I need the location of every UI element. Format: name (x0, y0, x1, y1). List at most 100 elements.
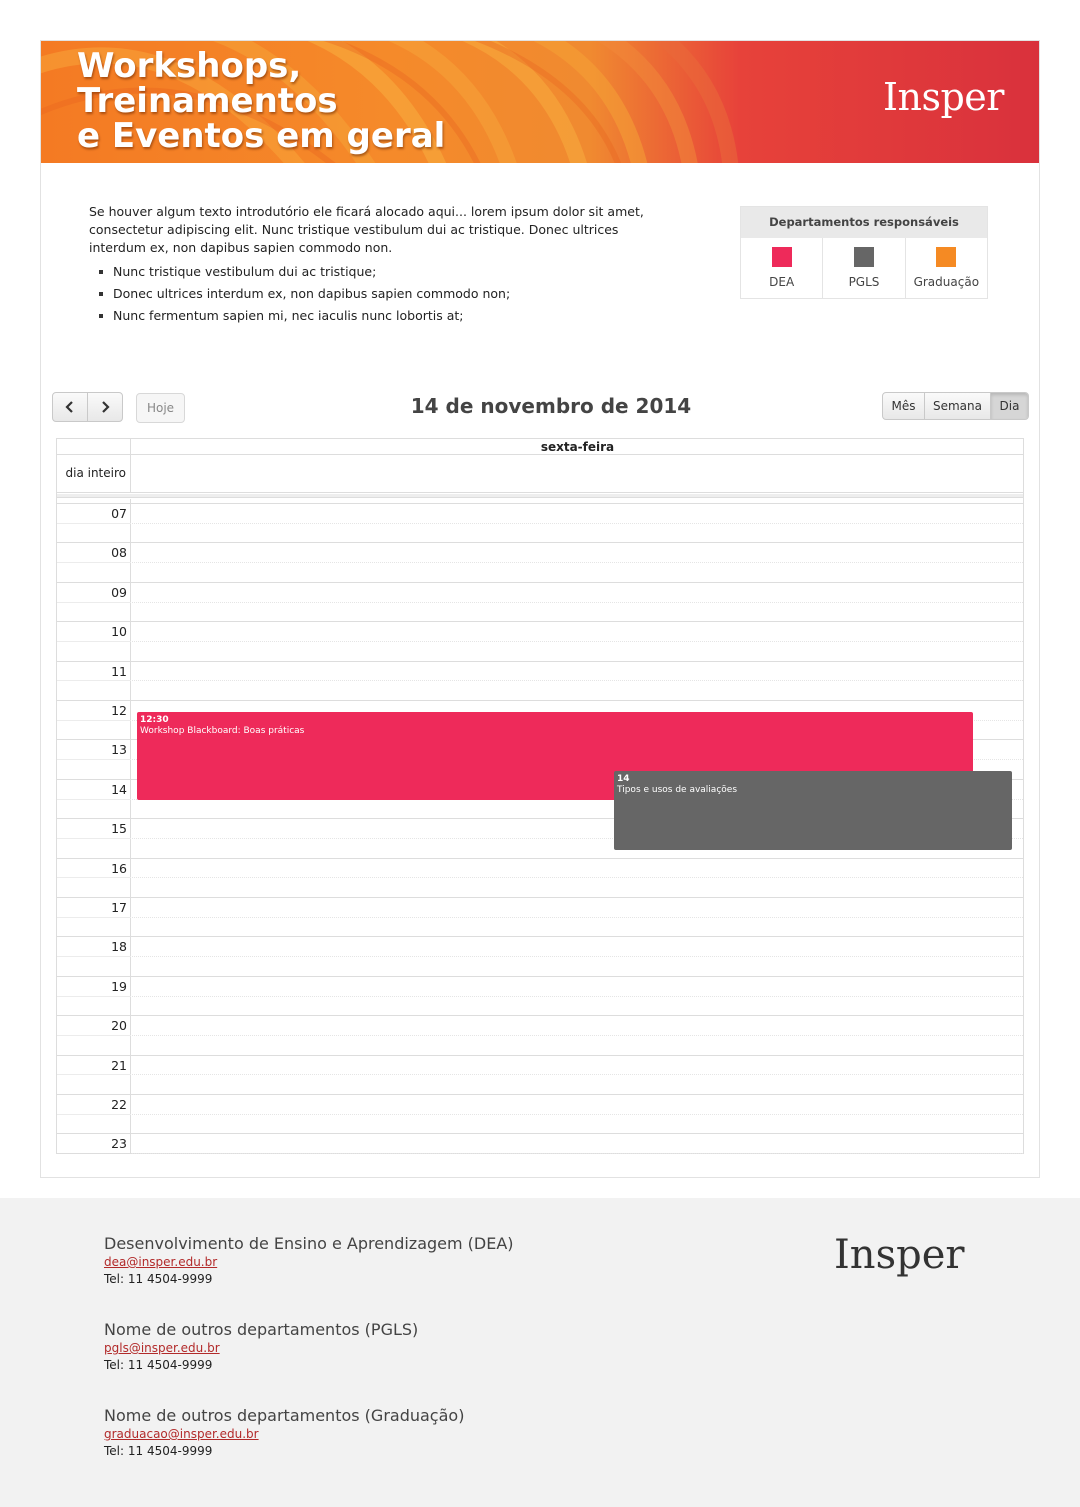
hour-label: 17 (111, 900, 127, 915)
gutter-half-line (57, 837, 131, 839)
hour-label: 13 (111, 742, 127, 758)
event-title: Tipos e usos de avaliações (617, 784, 738, 795)
all-day-row[interactable]: dia inteiro (57, 455, 1023, 493)
grid-divider (57, 494, 1023, 498)
legend-label: Graduação (913, 275, 980, 289)
view-week-button[interactable]: Semana (925, 393, 991, 419)
hour-line (57, 936, 1023, 938)
footer-insper-logo: Insper (834, 1232, 965, 1278)
hour-label: 15 (111, 821, 127, 837)
next-button[interactable] (88, 393, 122, 421)
view-day-button[interactable]: Dia (991, 393, 1028, 419)
hour-line (57, 1094, 1023, 1095)
gutter-half-line (57, 956, 131, 958)
department-email-link[interactable]: dea@insper.edu.br (104, 1254, 514, 1271)
half-hour-line (132, 877, 1023, 879)
hour-label: 16 (111, 860, 127, 876)
half-hour-line (132, 601, 1023, 603)
gutter-half-line (57, 798, 131, 800)
hour-label: 20 (111, 1018, 127, 1034)
half-hour-line (132, 1113, 1023, 1115)
hour-line (57, 581, 1023, 583)
hour-label: 23 (111, 1136, 127, 1152)
banner-title: Workshops, Treinamentos e Eventos em ger… (77, 49, 445, 154)
footer-department: Nome de outros departamentos (Graduação)… (104, 1406, 464, 1460)
header-banner: Workshops, Treinamentos e Eventos em ger… (41, 41, 1039, 163)
nav-button-group (52, 392, 123, 422)
banner-title-line: e Eventos em geral (77, 116, 446, 156)
department-phone: Tel: 11 4504-9999 (104, 1444, 213, 1458)
hour-line (57, 621, 1023, 623)
view-switcher: Mês Semana Dia (882, 392, 1029, 420)
legend-label: PGLS (848, 275, 880, 289)
hour-line (57, 897, 1023, 898)
prev-button[interactable] (53, 393, 88, 421)
half-hour-line (132, 1074, 1023, 1076)
gutter-half-line (57, 759, 131, 761)
hour-line (57, 1015, 1023, 1017)
intro-bullet: Donec ultrices interdum ex, non dapibus … (89, 283, 649, 305)
hour-label: 07 (111, 506, 127, 521)
hour-line (57, 660, 1023, 662)
department-name: Nome de outros departamentos (PGLS) (104, 1320, 419, 1339)
day-header: sexta-feira (57, 439, 1023, 455)
all-day-label: dia inteiro (57, 455, 131, 493)
day-calendar-grid: sexta-feira dia inteiro 07 08 09 10 11 12 13 14… (56, 438, 1024, 1155)
department-phone: Tel: 11 4504-9999 (104, 1358, 213, 1372)
half-hour-line (132, 562, 1023, 564)
insper-logo: Insper (883, 75, 1004, 119)
hour-line (57, 857, 1023, 859)
gutter-half-line (57, 877, 131, 879)
legend-title: Departamentos responsáveis (741, 207, 987, 238)
hour-label: 08 (111, 545, 127, 561)
hour-label: 18 (111, 939, 127, 955)
today-button[interactable]: Hoje (136, 393, 185, 423)
event-title: Workshop Blackboard: Boas práticas (140, 725, 305, 736)
main-card: Workshops, Treinamentos e Eventos em ger… (40, 40, 1040, 1178)
chevron-left-icon (65, 401, 73, 413)
department-email-link[interactable]: graduacao@insper.edu.br (104, 1426, 464, 1443)
hour-line (57, 700, 1023, 701)
intro-section: Se houver algum texto introdutório ele f… (89, 203, 649, 327)
gutter-half-line (57, 640, 131, 642)
gutter-half-line (57, 719, 131, 721)
intro-bullet: Nunc fermentum sapien mi, nec iaculis nu… (89, 305, 649, 327)
day-name: sexta-feira (540, 440, 615, 454)
gutter-half-line (57, 1113, 131, 1115)
gutter-half-line (57, 601, 131, 603)
banner-title-line: Workshops, (77, 46, 302, 86)
footer-department: Nome de outros departamentos (PGLS) pgls… (104, 1320, 418, 1374)
time-slots[interactable]: 07 08 09 10 11 12 13 14 15 16 17 18 19 20 21 22 23 12:30 W… (57, 499, 1023, 1155)
hour-line (57, 503, 1023, 504)
hour-line (57, 975, 1023, 977)
half-hour-line (132, 916, 1023, 918)
calendar-title: 14 de novembro de 2014 (410, 394, 692, 418)
hour-label: 14 (111, 781, 127, 797)
color-swatch (771, 247, 792, 267)
hour-label: 21 (111, 1057, 127, 1073)
legend-item-graduacao: Graduação (906, 238, 987, 299)
hour-line (57, 542, 1023, 544)
intro-text: Se houver algum texto introdutório ele f… (89, 204, 644, 255)
hour-line (57, 1054, 1023, 1056)
color-swatch (936, 247, 957, 267)
half-hour-line (132, 640, 1023, 642)
half-hour-line (132, 680, 1023, 682)
calendar-event[interactable]: 14 Tipos e usos de avaliações (614, 770, 1012, 850)
hour-label: 10 (111, 624, 127, 640)
view-month-button[interactable]: Mês (883, 393, 925, 419)
gutter-half-line (57, 916, 131, 918)
calendar-toolbar: Hoje 14 de novembro de 2014 Mês Semana D… (52, 392, 1029, 424)
hour-line (57, 1133, 1023, 1135)
departments-legend: Departamentos responsáveis DEA PGLS Grad… (740, 206, 988, 299)
hour-label: 09 (111, 584, 127, 600)
half-hour-line (132, 1034, 1023, 1036)
hour-label: 11 (111, 663, 127, 679)
gutter-half-line (57, 562, 131, 564)
footer: Desenvolvimento de Ensino e Aprendizagem… (0, 1198, 1080, 1507)
footer-department: Desenvolvimento de Ensino e Aprendizagem… (104, 1234, 514, 1288)
half-hour-line (132, 1153, 1023, 1155)
half-hour-line (132, 522, 1023, 524)
banner-title-line: Treinamentos (77, 81, 338, 121)
department-email-link[interactable]: pgls@insper.edu.br (104, 1340, 418, 1357)
